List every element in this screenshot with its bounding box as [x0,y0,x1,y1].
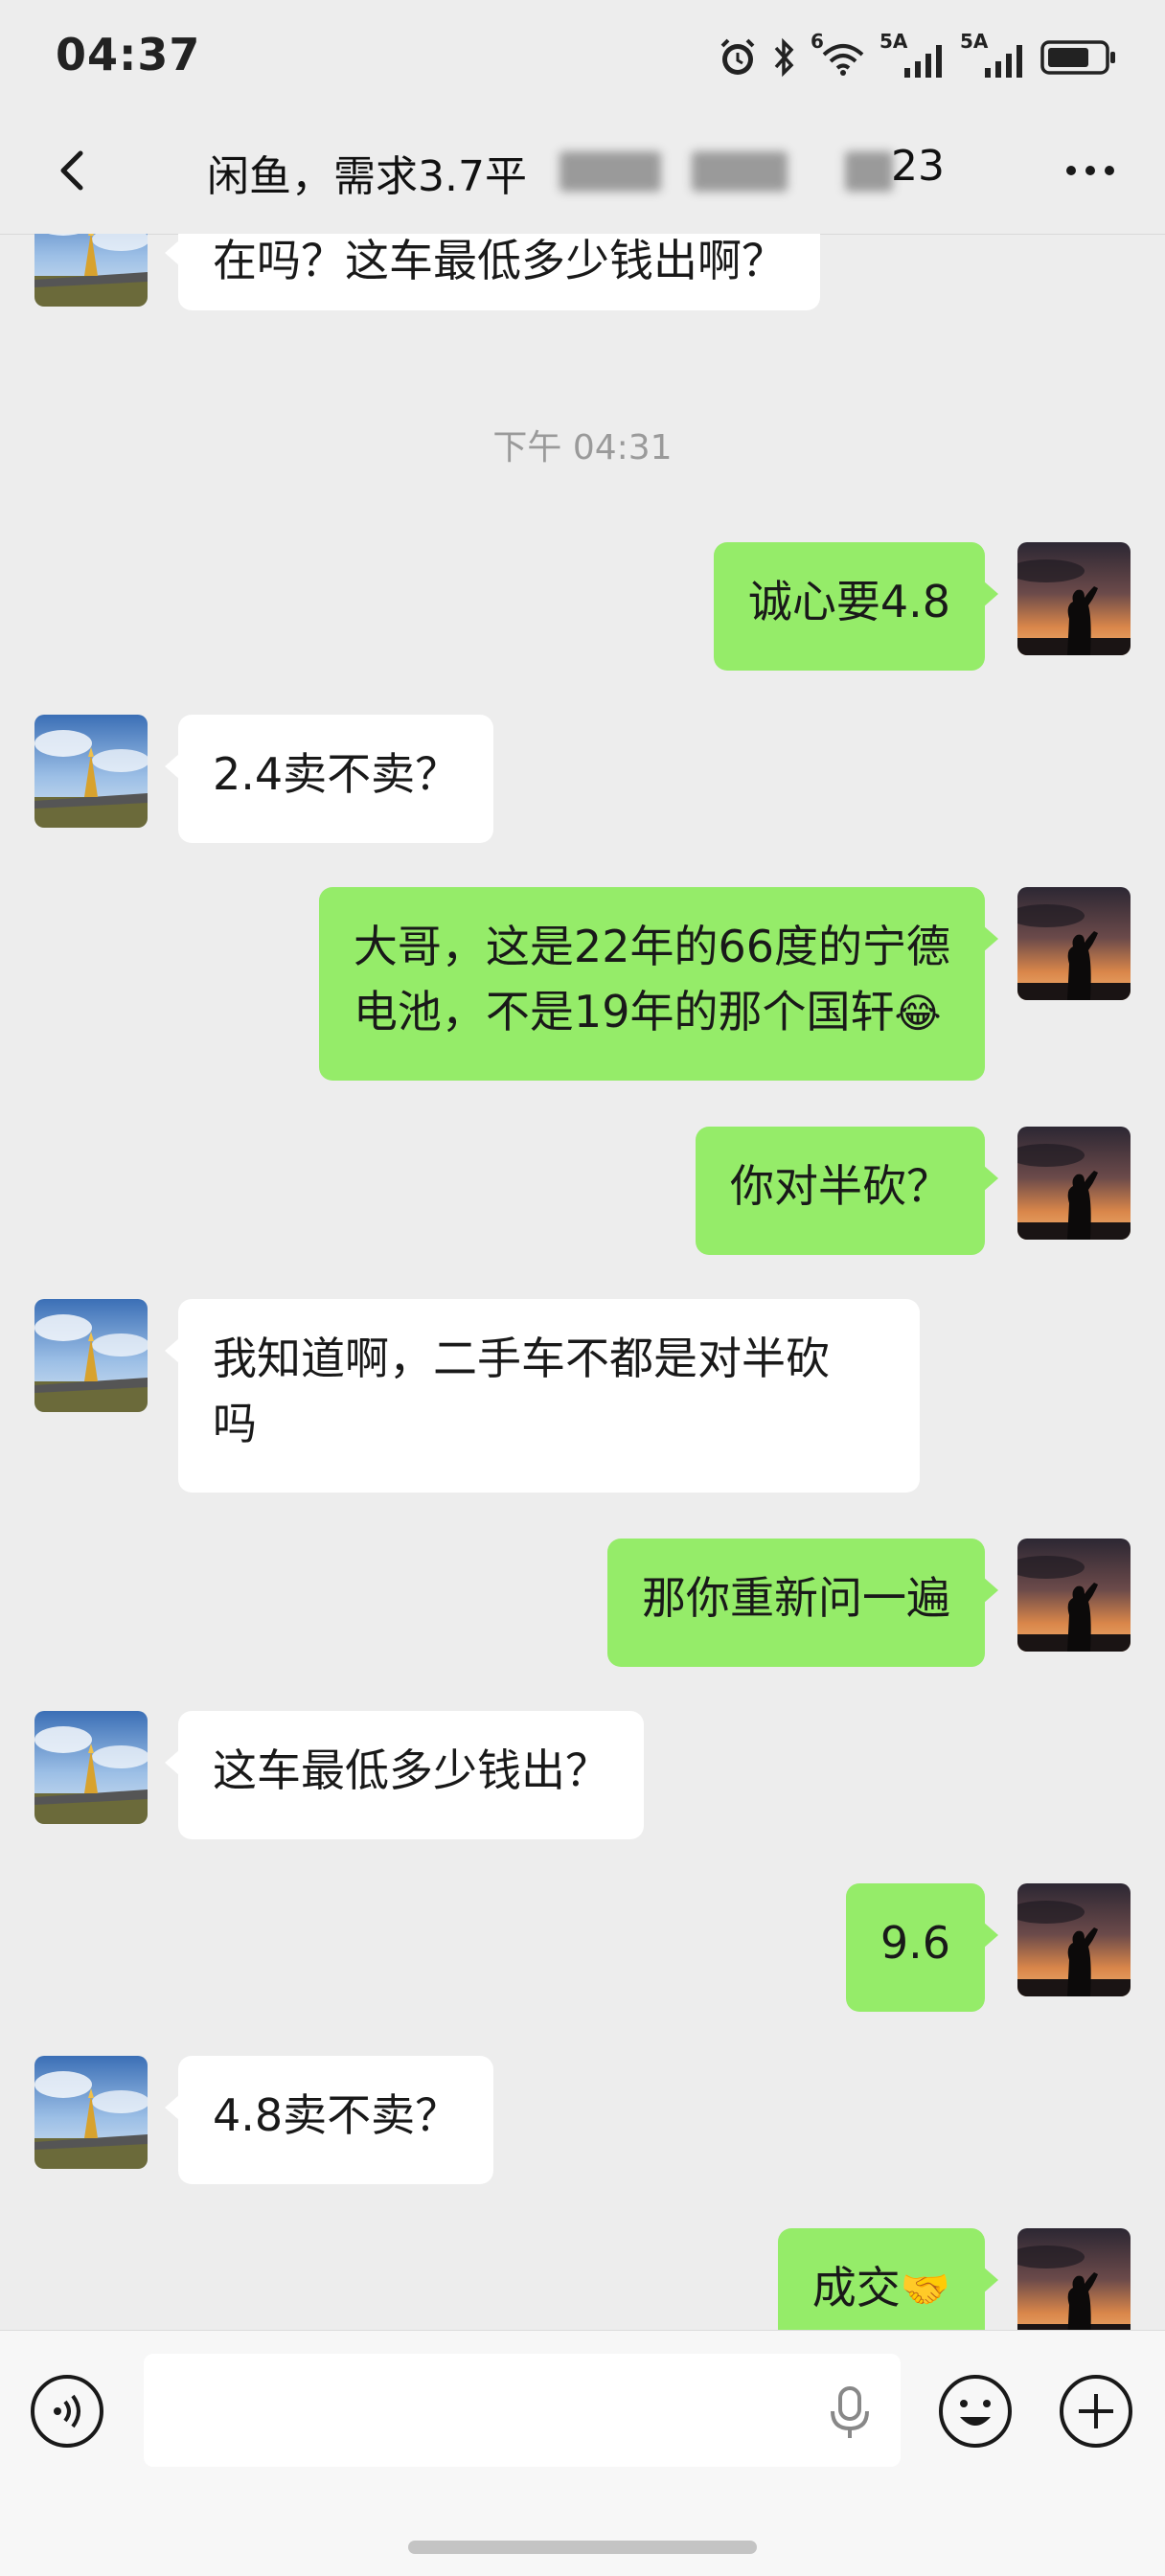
message-bubble-outgoing[interactable]: 成交🤝 [777,2228,999,2330]
chat-title-tail: 23 [891,142,945,191]
contact-avatar[interactable] [34,2056,148,2169]
message-bubble-incoming[interactable]: 2.4卖不卖？ [164,715,494,843]
status-icons: 6 5A 5A [717,29,1117,86]
chat-header: 闲鱼，需求3.7平 23 [0,113,1165,235]
message-bubble-outgoing[interactable]: 大哥，这是22年的66度的宁德 电池，不是19年的那个国轩😂 [318,887,999,1081]
message-bubble-outgoing[interactable]: 诚心要4.8 [713,542,999,671]
face-with-tears-of-joy-emoji: 😂 [894,990,942,1037]
redacted-text [692,151,788,192]
wifi-icon: 6 [811,30,866,81]
input-bar [0,2330,1165,2576]
redacted-text [845,151,893,192]
message-bubble-incoming[interactable]: 我知道啊，二手车不都是对半砍 吗 [165,1299,920,1493]
my-avatar[interactable] [1017,1127,1131,1240]
message-bubble-incoming[interactable]: 在吗？这车最低多少钱出啊？ [165,234,820,310]
chat-title: 闲鱼，需求3.7平 [207,152,527,201]
microphone-icon[interactable] [826,2384,874,2442]
my-avatar[interactable] [1017,887,1131,1000]
battery-icon [1040,38,1117,77]
message-bubble-incoming[interactable]: 这车最低多少钱出？ [165,1711,644,1839]
message-list[interactable]: 在吗？这车最低多少钱出啊？ 下午 04:31 诚心要4.8 2.4卖不卖？ 大哥… [0,234,1165,2330]
message-timestamp: 下午 04:31 [492,428,673,467]
message-bubble-incoming[interactable]: 4.8卖不卖？ [164,2056,494,2184]
voice-icon[interactable] [29,2373,105,2450]
message-bubble-outgoing[interactable]: 9.6 [845,1883,999,2012]
signal-icon: 5A [879,30,947,81]
message-bubble-outgoing[interactable]: 那你重新问一遍 [607,1539,998,1667]
my-avatar[interactable] [1017,2228,1131,2330]
status-time: 04:37 [56,29,201,80]
plus-icon[interactable] [1058,2373,1134,2450]
my-avatar[interactable] [1017,1883,1131,1996]
back-arrow-icon[interactable] [46,142,103,199]
contact-avatar[interactable] [34,234,148,307]
home-indicator[interactable] [408,2541,757,2554]
redacted-text [560,151,661,192]
signal-icon: 5A [960,30,1027,81]
contact-avatar[interactable] [34,715,148,828]
emoji-icon[interactable] [937,2373,1014,2450]
handshake-emoji: 🤝 [900,2266,950,2313]
status-bar: 04:37 6 5A 5A [0,0,1165,113]
my-avatar[interactable] [1017,1539,1131,1652]
alarm-icon [717,36,759,79]
bluetooth-icon [772,36,797,79]
my-avatar[interactable] [1017,542,1131,655]
message-bubble-outgoing[interactable]: 你对半砍？ [696,1127,998,1255]
more-icon[interactable] [1062,151,1119,190]
contact-avatar[interactable] [34,1299,148,1412]
contact-avatar[interactable] [34,1711,148,1824]
message-input[interactable] [144,2354,901,2467]
